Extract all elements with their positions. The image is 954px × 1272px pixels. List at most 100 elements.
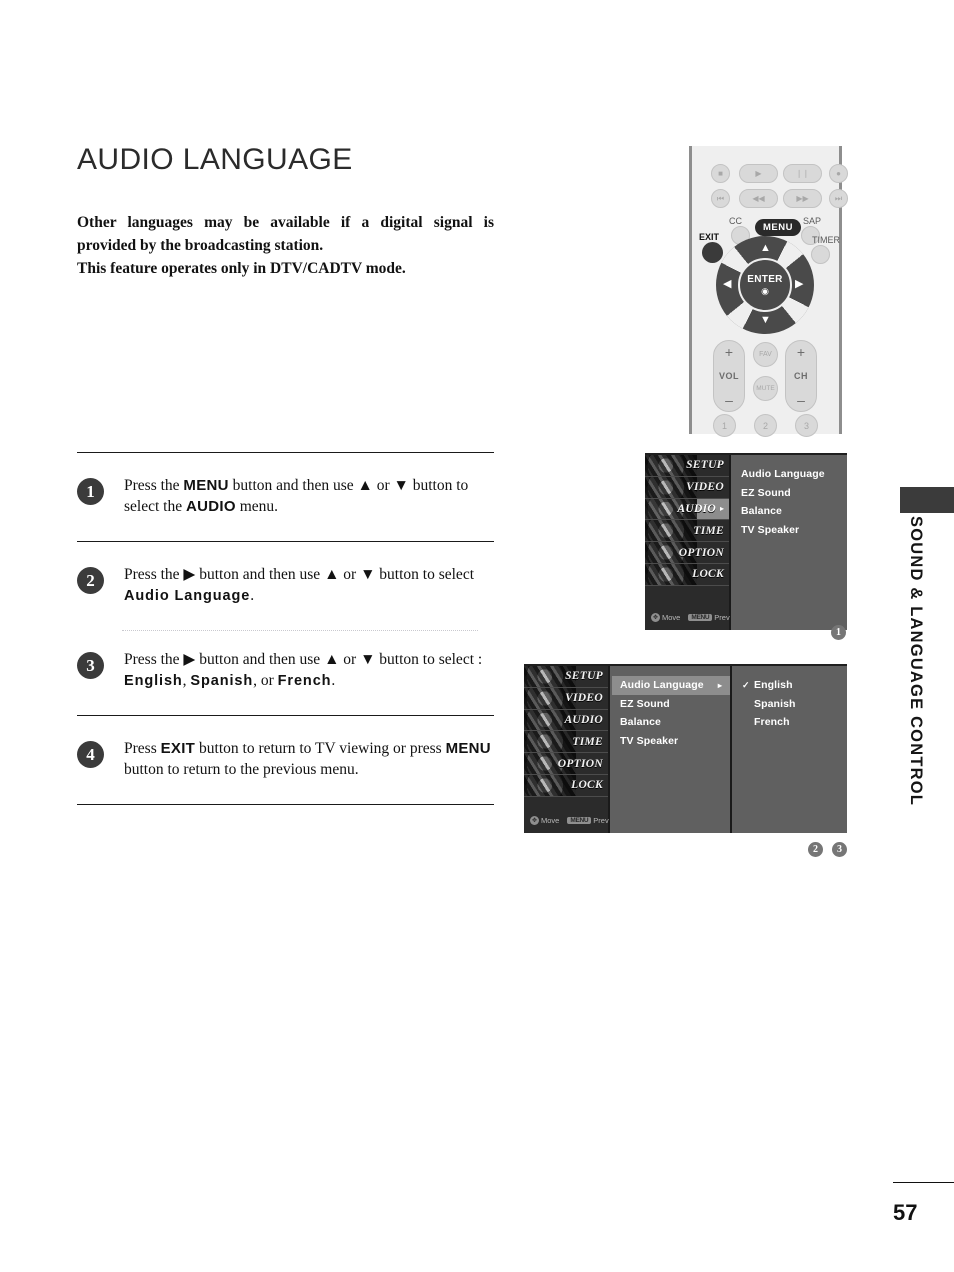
osd-2-hint-prev-label: Prev — [593, 816, 609, 825]
osd-2-item-ez-sound[interactable]: EZ Sound — [612, 695, 730, 714]
osd-1-category-option-label: OPTION — [678, 546, 724, 559]
osd-2-category-setup[interactable]: SETUP — [524, 666, 608, 688]
osd-1-item-ez-sound[interactable]: EZ Sound — [733, 484, 847, 503]
channel-minus-icon[interactable]: – — [797, 393, 805, 407]
dpad-right-arrow-icon[interactable]: ▶ — [795, 279, 803, 290]
osd-2-category-audio[interactable]: AUDIO — [524, 709, 608, 732]
step-4-key-exit: EXIT — [160, 740, 196, 757]
channel-rocker[interactable]: + CH – — [785, 340, 817, 412]
volume-plus-icon[interactable]: + — [725, 345, 733, 359]
step-1-key-menu: MENU — [183, 477, 229, 494]
step-3-part4: button to select : — [375, 651, 483, 668]
fast-forward-button[interactable]: ▶▶ — [783, 189, 822, 208]
osd-1-category-setup[interactable]: SETUP — [645, 455, 729, 477]
fav-button[interactable]: FAV — [753, 342, 778, 367]
number-1-button[interactable]: 1 — [713, 414, 736, 437]
step-2-part4: button to select — [375, 566, 474, 583]
step-2-number: 2 — [77, 567, 104, 594]
osd-1-hint-prev-label: Prev — [714, 613, 730, 622]
enter-label: ENTER — [747, 273, 783, 285]
timer-label: TIMER — [812, 235, 840, 245]
step-2-key-audio-language: Audio Language — [124, 588, 251, 604]
osd-2-category-lock[interactable]: LOCK — [524, 774, 608, 797]
osd-1-item-audio-language[interactable]: Audio Language — [733, 465, 847, 484]
pause-button[interactable]: ❘❘ — [783, 164, 822, 183]
osd-1-item-balance[interactable]: Balance — [733, 502, 847, 521]
mute-button[interactable]: MUTE — [753, 376, 778, 401]
enter-button[interactable]: ENTER ◉ — [738, 258, 792, 312]
osd-2-category-time[interactable]: TIME — [524, 731, 608, 754]
stop-button[interactable]: ■ — [711, 164, 730, 183]
divider-bottom — [77, 804, 494, 805]
down-arrow-icon: ▼ — [360, 651, 376, 668]
osd-1-category-option[interactable]: OPTION — [645, 542, 729, 564]
osd-2-category-video[interactable]: VIDEO — [524, 687, 608, 710]
dpad-move-icon: ✥ — [530, 816, 539, 825]
osd-2-category-video-label: VIDEO — [565, 692, 603, 705]
channel-plus-icon[interactable]: + — [797, 345, 805, 359]
osd-1-category-video-label: VIDEO — [686, 481, 724, 494]
osd-2-option-french[interactable]: French — [734, 713, 847, 732]
osd-2-item-audio-language[interactable]: Audio Language ▸ — [612, 676, 730, 695]
osd-2-category-sidebar: SETUP VIDEO AUDIO TIME OPTION LOCK ✥ Move… — [524, 666, 610, 833]
step-1-part3: or — [372, 477, 394, 494]
volume-rocker[interactable]: + VOL – — [713, 340, 745, 412]
record-button[interactable]: ● — [829, 164, 848, 183]
step-2-text: Press the ▶ button and then use ▲ or ▼ b… — [124, 564, 494, 607]
osd-2-category-lock-label: LOCK — [571, 779, 603, 792]
up-arrow-icon: ▲ — [357, 477, 373, 494]
osd-2-item-balance[interactable]: Balance — [612, 713, 730, 732]
intro-line-3: This feature operates only in DTV/CADTV … — [77, 260, 406, 277]
play-button[interactable]: ▶ — [739, 164, 778, 183]
osd-1-category-audio[interactable]: AUDIO ▸ — [645, 498, 729, 521]
osd-2-option-french-label: French — [754, 716, 790, 729]
number-3-button[interactable]: 3 — [795, 414, 818, 437]
osd-1-category-time[interactable]: TIME — [645, 520, 729, 543]
enter-target-icon: ◉ — [761, 285, 769, 296]
channel-label: CH — [794, 371, 808, 381]
rewind-button[interactable]: ◀◀ — [739, 189, 778, 208]
skip-forward-button[interactable]: ⏭ — [829, 189, 848, 208]
step-1-part1: Press the — [124, 477, 184, 494]
dpad-down-arrow-icon[interactable]: ▼ — [760, 315, 771, 326]
time-thumb-icon — [645, 520, 697, 542]
step-2-part2: button and then use — [195, 566, 325, 583]
menu-button[interactable]: MENU — [755, 219, 801, 236]
down-arrow-icon: ▼ — [360, 566, 376, 583]
osd-1-hint-move-label: Move — [662, 613, 681, 622]
volume-label: VOL — [718, 371, 739, 381]
step-2-part1: Press the — [124, 566, 184, 583]
record-icon: ● — [836, 169, 841, 178]
osd-2-category-setup-label: SETUP — [565, 670, 603, 683]
osd-1-category-audio-label: AUDIO — [677, 502, 716, 515]
osd-screen-1: SETUP VIDEO AUDIO ▸ TIME OPTION LOCK ✥ Mov… — [645, 453, 847, 630]
dpad-move-icon: ✥ — [651, 613, 660, 622]
stop-icon: ■ — [718, 169, 723, 178]
osd-1-category-lock[interactable]: LOCK — [645, 563, 729, 586]
skip-back-button[interactable]: ⏮ — [711, 189, 730, 208]
osd-2-option-spanish[interactable]: Spanish — [734, 695, 847, 714]
up-arrow-icon: ▲ — [324, 566, 340, 583]
step-3-sep-2: , or — [253, 672, 278, 689]
skip-forward-icon: ⏭ — [834, 193, 843, 203]
sap-label: SAP — [803, 216, 822, 226]
number-2-button[interactable]: 2 — [754, 414, 777, 437]
osd-2-item-tv-speaker[interactable]: TV Speaker — [612, 732, 730, 751]
osd-2-option-list: ✓ English Spanish French — [734, 666, 847, 833]
step-3-part2: button and then use — [195, 651, 325, 668]
osd-1-category-video[interactable]: VIDEO — [645, 476, 729, 499]
rewind-icon: ◀◀ — [752, 194, 765, 203]
osd-2-hints: ✥ Move MENU Prev — [530, 816, 609, 825]
volume-minus-icon[interactable]: – — [725, 393, 733, 407]
page-title: AUDIO LANGUAGE — [77, 143, 353, 176]
osd-1-item-tv-speaker[interactable]: TV Speaker — [733, 521, 847, 540]
step-1-key-audio: AUDIO — [185, 498, 236, 515]
dpad-left-arrow-icon[interactable]: ◀ — [723, 279, 731, 290]
side-tab-title: SOUND & LANGUAGE CONTROL — [907, 516, 925, 807]
step-3-option-spanish: Spanish — [190, 673, 254, 689]
osd-2-option-english[interactable]: ✓ English — [734, 676, 847, 695]
osd-1-category-lock-label: LOCK — [692, 568, 724, 581]
osd-2-category-option[interactable]: OPTION — [524, 753, 608, 775]
down-arrow-icon: ▼ — [393, 477, 409, 494]
dpad-up-arrow-icon[interactable]: ▲ — [760, 243, 771, 254]
